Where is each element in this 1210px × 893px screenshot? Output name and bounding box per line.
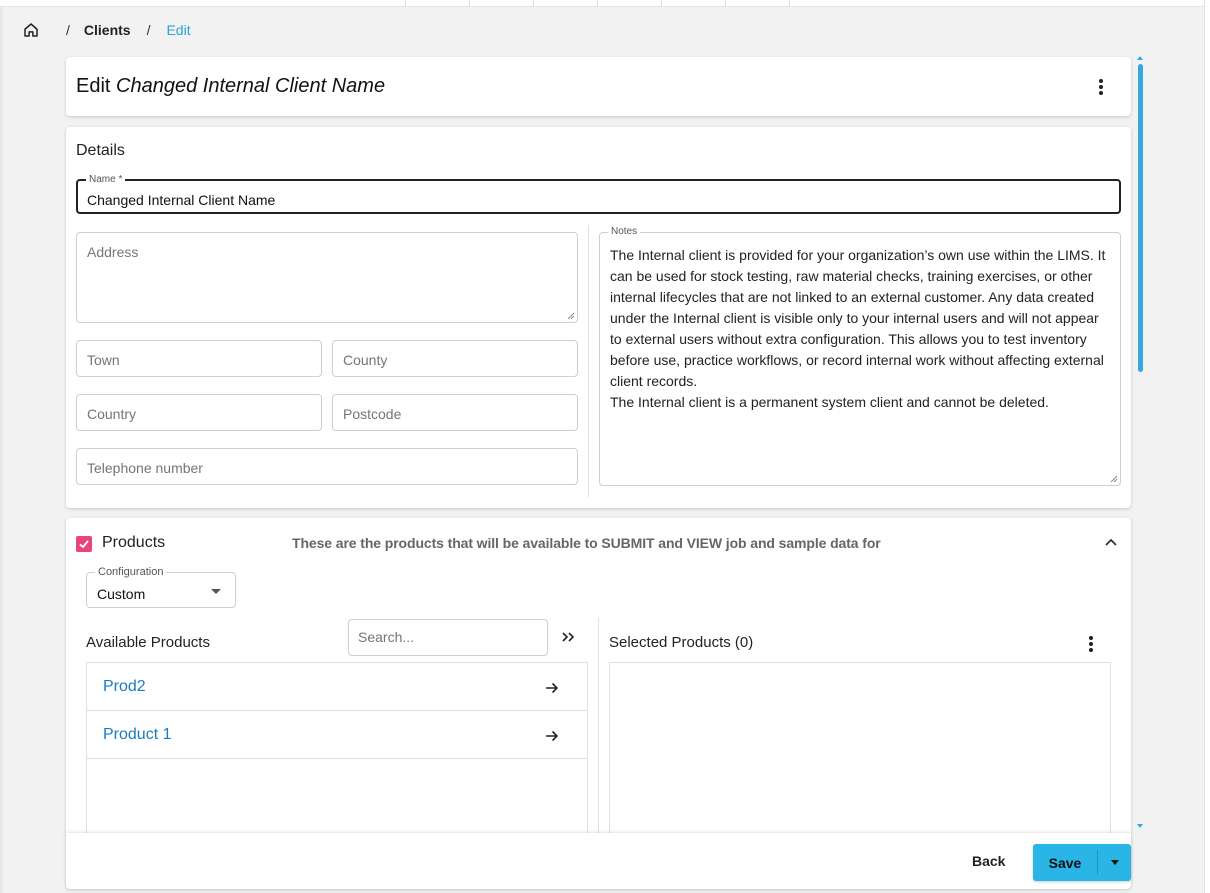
page-scrollbar[interactable] (1137, 56, 1145, 828)
home-icon[interactable] (22, 21, 40, 39)
caret-down-icon (1110, 860, 1119, 865)
town-placeholder: Town (87, 352, 120, 368)
available-products-list: Prod2 Product 1 (86, 662, 588, 833)
address-placeholder: Address (87, 244, 139, 260)
name-field-value: Changed Internal Client Name (87, 192, 276, 208)
toolbar-divider (725, 0, 726, 7)
postcode-placeholder: Postcode (343, 406, 402, 422)
address-field[interactable]: Address (76, 232, 578, 323)
name-field[interactable]: Name * Changed Internal Client Name (76, 174, 1121, 214)
breadcrumb-separator: / (146, 22, 151, 38)
details-section-title: Details (76, 142, 125, 159)
page-header-card: Edit Changed Internal Client Name (66, 57, 1131, 116)
scroll-up-icon[interactable] (1137, 56, 1143, 60)
toolbar-divider (661, 0, 662, 7)
product-name: Product 1 (103, 726, 172, 743)
products-card: Products These are the products that wil… (66, 518, 1131, 833)
product-search-input[interactable] (358, 629, 538, 645)
notes-field-value: The Internal client is provided for your… (610, 247, 1106, 410)
breadcrumb-clients[interactable]: Clients (84, 22, 131, 38)
arrow-right-icon[interactable] (545, 681, 559, 695)
chevron-up-icon[interactable] (1103, 535, 1119, 549)
move-all-right-icon[interactable] (560, 630, 576, 644)
notes-field-label: Notes (608, 226, 641, 237)
more-vert-icon[interactable] (1088, 636, 1094, 652)
breadcrumb-separator: / (66, 22, 70, 38)
resize-handle-icon[interactable] (566, 311, 574, 319)
save-options-dropdown[interactable] (1098, 844, 1131, 881)
configuration-label: Configuration (95, 566, 167, 578)
save-split-button: Save (1033, 844, 1131, 881)
more-vert-icon[interactable] (1098, 79, 1104, 95)
toolbar-divider (533, 0, 534, 7)
breadcrumb-edit: Edit (166, 22, 191, 38)
page-title-client-name: Changed Internal Client Name (116, 75, 386, 97)
name-field-label: Name * (86, 174, 126, 185)
products-section-title: Products (102, 534, 166, 551)
configuration-value: Custom (97, 586, 146, 602)
toolbar-divider (405, 0, 406, 7)
list-item-product-1[interactable]: Product 1 (87, 711, 587, 759)
toolbar-divider (789, 0, 790, 7)
page-title-prefix: Edit (76, 75, 111, 97)
column-divider (588, 225, 589, 497)
country-placeholder: Country (87, 406, 137, 422)
resize-handle-icon[interactable] (1109, 474, 1117, 482)
right-gutter (1204, 0, 1210, 893)
telephone-field[interactable]: Telephone number (76, 448, 578, 485)
selected-products-list (609, 662, 1111, 833)
top-toolbar-strip (0, 0, 1204, 7)
page-title: Edit Changed Internal Client Name (76, 75, 385, 98)
details-card: Details Name * Changed Internal Client N… (66, 127, 1131, 508)
scroll-down-icon[interactable] (1137, 824, 1143, 828)
toolbar-divider (597, 0, 598, 7)
arrow-right-icon[interactable] (545, 729, 559, 743)
breadcrumb: / Clients / Edit (22, 20, 191, 40)
check-icon (79, 540, 89, 549)
product-search-field[interactable] (348, 619, 548, 656)
toolbar-divider (469, 0, 470, 7)
products-description: These are the products that will be avai… (292, 535, 881, 551)
products-checkbox[interactable] (76, 536, 92, 552)
telephone-placeholder: Telephone number (87, 460, 203, 476)
country-field[interactable]: Country (76, 394, 322, 431)
notes-field[interactable]: Notes The Internal client is provided fo… (599, 226, 1121, 486)
save-button[interactable]: Save (1033, 855, 1097, 871)
available-products-title: Available Products (86, 634, 210, 651)
list-item-prod2[interactable]: Prod2 (87, 663, 587, 711)
selected-products-title: Selected Products (0) (609, 634, 754, 651)
back-button[interactable]: Back (964, 850, 1013, 872)
left-edge-shadow (0, 0, 4, 893)
dropdown-caret-icon (211, 589, 221, 594)
product-name: Prod2 (103, 678, 146, 695)
town-field[interactable]: Town (76, 340, 322, 377)
scrollbar-thumb[interactable] (1138, 64, 1143, 372)
county-field[interactable]: County (332, 340, 578, 377)
form-footer: Back Save (66, 833, 1131, 889)
county-placeholder: County (343, 352, 388, 368)
list-column-divider (598, 618, 599, 833)
postcode-field[interactable]: Postcode (332, 394, 578, 431)
configuration-select[interactable]: Configuration Custom (86, 566, 236, 608)
